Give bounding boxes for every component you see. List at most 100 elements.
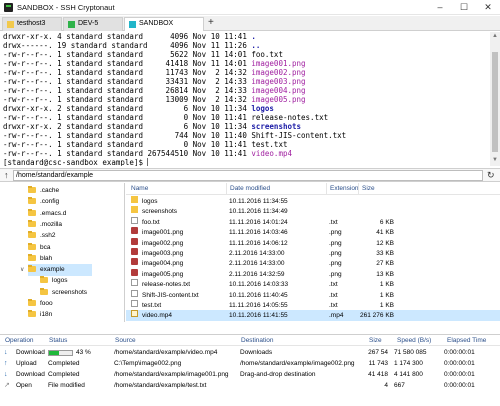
tree-item[interactable]: .mozilla	[28, 219, 62, 231]
terminal-output[interactable]: drwxr-xr-x. 4 standard standard 4096 Nov…	[0, 32, 490, 166]
file-row[interactable]: image002.png 11.11.2016 14:06:12 .png 12 KB	[126, 237, 500, 249]
column-status[interactable]: Status	[46, 335, 67, 346]
tree-item-label: i18n	[40, 311, 53, 319]
txt-file-icon	[131, 216, 138, 224]
file-row[interactable]: Shift-JIS-content.txt 10.11.2016 11:40:45…	[126, 289, 500, 301]
queue-source: /home/standard/example/image001.png	[114, 371, 229, 378]
column-name[interactable]: Name	[126, 183, 148, 195]
queue-source: /home/standard/example/video.mp4	[114, 349, 218, 356]
png-file-icon	[131, 227, 138, 235]
tab-sandbox[interactable]: SANDBOX	[124, 17, 204, 31]
queue-status: Completed	[48, 360, 80, 367]
file-date-modified: 2.11.2016 14:32:59	[229, 270, 285, 278]
minimize-icon[interactable]: –	[428, 0, 452, 14]
folder-icon	[28, 231, 36, 239]
tree-item[interactable]: blah	[28, 253, 52, 265]
scroll-up-icon[interactable]: ▲	[491, 33, 499, 39]
terminal-filename: ..	[251, 41, 261, 50]
column-speed[interactable]: Speed (B/s)	[394, 335, 431, 346]
file-row[interactable]: image001.png 11.11.2016 14:03:46 .png 41 KB	[126, 227, 500, 238]
file-row[interactable]: image005.png 2.11.2016 14:32:59 .png 13 KB	[126, 268, 500, 280]
file-row[interactable]: logos 10.11.2016 11:34:55	[126, 196, 500, 207]
tree-item[interactable]: screenshots	[40, 287, 87, 299]
file-size: 33 KB	[376, 250, 394, 257]
terminal-filename: video.mp4	[251, 149, 292, 158]
queue-operation: Download	[16, 371, 45, 378]
queue-row[interactable]: ↗ Open File modified/home/standard/example…	[0, 381, 500, 391]
column-size[interactable]: Size	[366, 335, 382, 346]
file-size: 27 KB	[376, 260, 394, 268]
file-size: 1 KB	[379, 302, 394, 309]
path-input[interactable]: /home/standard/example	[13, 170, 483, 181]
tree-item[interactable]: .config	[28, 196, 59, 208]
file-date-modified: 2.11.2016 14:33:00	[229, 260, 285, 268]
terminal-line: -rw-r--r--. 1 standard standard 11743 No…	[3, 68, 306, 77]
file-date-modified: 11.11.2016 14:01:24	[229, 218, 288, 226]
column-size[interactable]: Size	[358, 183, 375, 195]
column-elapsed-time[interactable]: Elapsed Time	[444, 335, 486, 346]
tab-testhost3[interactable]: testhost3	[2, 17, 62, 31]
file-size: 13 KB	[376, 270, 394, 278]
column-destination[interactable]: Destination	[238, 335, 274, 346]
terminal-line: -rw-r--r--. 1 standard standard 26814 No…	[3, 86, 306, 95]
open-file-icon: ↗	[4, 382, 10, 389]
file-date-modified: 10.11.2016 14:03:33	[229, 281, 289, 289]
txt-file-icon	[131, 300, 138, 307]
tree-item[interactable]: logos	[40, 275, 68, 287]
file-name: image003.png	[142, 250, 184, 257]
queue-row[interactable]: ↑ Upload Completed C:\Temp\image002.png/hom…	[0, 359, 500, 369]
column-date-modified[interactable]: Date modified	[226, 183, 270, 195]
tree-item[interactable]: ∨ example	[20, 264, 92, 277]
refresh-icon[interactable]: ↻	[487, 169, 495, 181]
file-row[interactable]: screenshots 10.11.2016 11:34:49	[126, 206, 500, 217]
tree-item[interactable]: fooo	[28, 298, 53, 310]
terminal-line: -rw-r--r--. 1 standard standard 0 Nov 10…	[3, 113, 329, 122]
tree-item[interactable]: .cache	[28, 185, 59, 197]
queue-row[interactable]: ↓ Download Completed/home/standard/example…	[0, 370, 500, 380]
terminal-line: -rw-r--r--. 1 standard standard 41418 No…	[3, 59, 306, 68]
tab-dev-5[interactable]: DEV-5	[63, 17, 123, 31]
maximize-icon[interactable]: ☐	[452, 0, 476, 14]
queue-size: 41 418	[368, 371, 388, 378]
tree-item[interactable]: i18n	[28, 309, 52, 321]
file-row[interactable]: test.txt 11.11.2016 14:05:55 .txt 1 KB	[126, 300, 500, 311]
column-operation[interactable]: Operation	[2, 335, 34, 346]
terminal-filename: logos	[251, 104, 274, 113]
mp4-file-icon	[131, 310, 138, 318]
queue-speed: 1 174 300	[394, 360, 423, 367]
tab-label: SANDBOX	[139, 20, 174, 27]
column-source[interactable]: Source	[112, 335, 136, 346]
file-row[interactable]: foo.txt 11.11.2016 14:01:24 .txt 6 KB	[126, 216, 500, 228]
path-bar: ↑ /home/standard/example ↻	[0, 168, 500, 182]
folder-icon	[28, 219, 36, 227]
scrollbar-thumb[interactable]	[492, 52, 498, 152]
file-extension: .txt	[329, 302, 338, 309]
file-row[interactable]: video.mp4 10.11.2016 11:41:55 .mp4 261 276 …	[126, 310, 500, 322]
file-name: video.mp4	[142, 312, 172, 320]
file-size: 261 276 KB	[360, 312, 394, 320]
queue-status: File modified	[48, 382, 85, 389]
tree-item[interactable]: bca	[28, 242, 50, 254]
folder-icon	[28, 208, 36, 216]
terminal-scrollbar[interactable]: ▲ ▼	[490, 32, 500, 166]
scroll-down-icon[interactable]: ▼	[491, 157, 499, 163]
file-row[interactable]: image003.png 2.11.2016 14:33:00 .png 33 KB	[126, 248, 500, 259]
new-tab-button[interactable]: +	[208, 17, 214, 29]
tree-item[interactable]: .ssh2	[28, 230, 56, 242]
up-directory-icon[interactable]: ↑	[4, 169, 9, 181]
column-extension[interactable]: Extension	[326, 183, 359, 195]
file-date-modified: 11.11.2016 14:06:12	[229, 239, 288, 247]
tree-item-label: fooo	[40, 300, 53, 307]
folder-icon	[28, 299, 36, 306]
expand-chevron-icon[interactable]: ∨	[20, 264, 28, 276]
download-arrow-icon: ↓	[4, 349, 8, 356]
file-extension: .png	[329, 270, 342, 278]
file-row[interactable]: image004.png 2.11.2016 14:33:00 .png 27 KB	[126, 258, 500, 269]
queue-row[interactable]: ↓ Download 43 % /home/standard/example/vide…	[0, 348, 500, 358]
tree-item[interactable]: .emacs.d	[28, 208, 66, 220]
terminal-filename: .	[251, 32, 256, 41]
file-row[interactable]: release-notes.txt 10.11.2016 14:03:33 .txt…	[126, 279, 500, 290]
file-date-modified: 10.11.2016 11:34:55	[229, 198, 288, 205]
close-icon[interactable]: ✕	[476, 0, 500, 14]
tree-item-label: screenshots	[52, 288, 88, 296]
